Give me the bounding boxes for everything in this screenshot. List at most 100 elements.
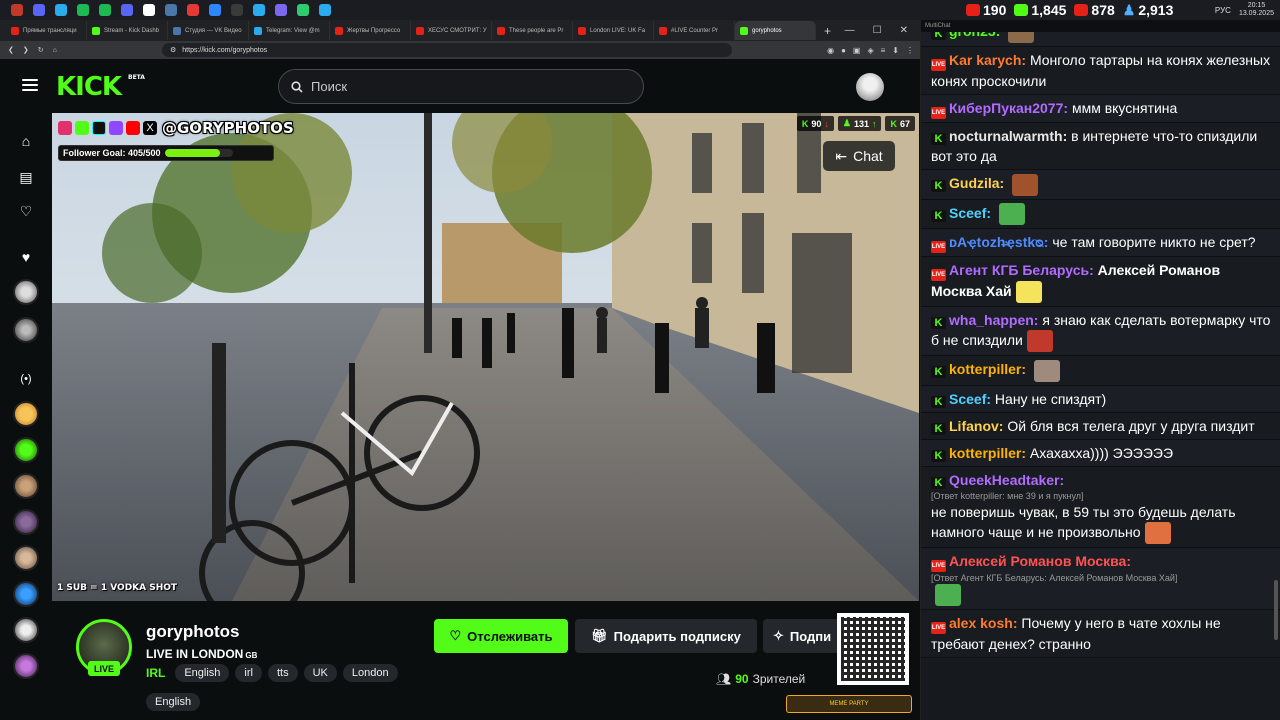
stream-title-text: LIVE IN LONDON bbox=[146, 647, 244, 661]
recommended-channel-avatar[interactable] bbox=[13, 617, 39, 643]
following-heart-filled-icon: ♥ bbox=[21, 249, 31, 265]
tag-chip[interactable]: London bbox=[342, 664, 398, 682]
chat-username[interactable]: QueekHeadtaker: bbox=[949, 472, 1064, 488]
kick-logo[interactable]: KICK BETA bbox=[56, 72, 145, 102]
taskbar-app-icon[interactable] bbox=[94, 2, 116, 18]
new-tab-button[interactable]: + bbox=[816, 24, 839, 38]
chat-username[interactable]: nocturnalwarmth: bbox=[949, 128, 1067, 144]
tag-chip[interactable]: English bbox=[175, 664, 230, 682]
heart-icon: ♡ bbox=[449, 628, 462, 643]
browser-tab[interactable]: London LIVE: UK Fa bbox=[573, 21, 654, 40]
toggle-chat-button[interactable]: ⇤ Chat bbox=[823, 141, 895, 171]
taskbar-app-icon[interactable] bbox=[138, 2, 160, 18]
taskbar-app-icon[interactable] bbox=[292, 2, 314, 18]
site-info-icon[interactable]: ⚙ bbox=[170, 46, 176, 54]
tag-chip[interactable]: English bbox=[146, 693, 201, 711]
chat-username[interactable]: Алексей Романов Москва: bbox=[949, 553, 1131, 569]
tag-chip[interactable]: UK bbox=[303, 664, 337, 682]
browser-tab[interactable]: #LIVE Counter Pr bbox=[654, 21, 735, 40]
follow-button[interactable]: ♡ Отслеживать bbox=[434, 619, 568, 653]
chat-username[interactable]: kotterpiller: bbox=[949, 361, 1026, 377]
taskbar-app-icon[interactable] bbox=[116, 2, 138, 18]
maximize-icon[interactable]: ☐ bbox=[873, 25, 882, 36]
chat-username[interactable]: Агент КГБ Беларусь: bbox=[949, 262, 1094, 278]
extension-icon[interactable]: ≡ bbox=[881, 46, 886, 55]
browser-tab[interactable]: ХЕСУС СМОТРИТ: У bbox=[411, 21, 492, 40]
recommended-channel-avatar[interactable] bbox=[13, 437, 39, 463]
taskbar-app-icon[interactable] bbox=[248, 2, 270, 18]
recommended-channel-avatar[interactable] bbox=[13, 653, 39, 679]
taskbar-app-icon[interactable] bbox=[50, 2, 72, 18]
chat-username[interactable]: alex kosh: bbox=[949, 615, 1017, 631]
menu-icon[interactable]: ⋮ bbox=[906, 46, 914, 55]
forward-icon[interactable]: ❯ bbox=[23, 46, 29, 54]
chat-message: LIVE alex kosh: Почему у него в чате хохл… bbox=[921, 610, 1280, 659]
subscribe-button[interactable]: ✧ Подпи bbox=[763, 619, 843, 653]
tag-chip[interactable]: irl bbox=[235, 664, 262, 682]
followed-channel-avatar[interactable] bbox=[13, 279, 39, 305]
chat-username[interactable]: Sceef: bbox=[949, 391, 991, 407]
browse-icon[interactable]: ▤ bbox=[16, 167, 36, 187]
home-icon[interactable]: ⌂ bbox=[53, 47, 57, 54]
recommended-channel-avatar[interactable] bbox=[13, 581, 39, 607]
recommended-channel-avatar[interactable] bbox=[13, 401, 39, 427]
category-link[interactable]: IRL bbox=[146, 666, 165, 680]
home-icon[interactable]: ⌂ bbox=[16, 131, 36, 151]
browser-tab[interactable]: Stream - Kick Dashb bbox=[87, 21, 168, 40]
taskbar-app-icon[interactable] bbox=[72, 2, 94, 18]
extension-icon[interactable]: ◈ bbox=[867, 46, 873, 55]
language-indicator[interactable]: РУС bbox=[1215, 6, 1231, 15]
hamburger-menu-icon[interactable] bbox=[22, 79, 38, 91]
chat-username[interactable]: Kar karych: bbox=[949, 52, 1026, 68]
chat-username[interactable]: Sceef: bbox=[949, 205, 991, 221]
close-icon[interactable]: ✕ bbox=[900, 25, 908, 36]
browser-tab[interactable]: goryphotos bbox=[735, 21, 816, 40]
recommended-channel-avatar[interactable] bbox=[13, 473, 39, 499]
taskbar-app-icon[interactable] bbox=[6, 2, 28, 18]
chat-messages: Kgron23: LIVEKar karych: Монголо тартары… bbox=[921, 32, 1280, 720]
reload-icon[interactable]: ↻ bbox=[38, 46, 44, 54]
address-bar[interactable]: ⚙ https://kick.com/goryphotos bbox=[162, 43, 732, 57]
channel-name[interactable]: goryphotos bbox=[146, 622, 240, 642]
followed-channel-avatar[interactable] bbox=[13, 317, 39, 343]
following-heart-icon[interactable]: ♡ bbox=[16, 201, 36, 221]
chat-username[interactable]: gron23: bbox=[949, 32, 1000, 39]
recommended-channel-avatar[interactable] bbox=[13, 545, 39, 571]
chat-username[interactable]: Gudzila: bbox=[949, 175, 1004, 191]
browser-tab[interactable]: Жертвы Прогрессо bbox=[330, 21, 411, 40]
taskbar-app-icon[interactable] bbox=[226, 2, 248, 18]
chat-username[interactable]: kotterpiller: bbox=[949, 445, 1026, 461]
chat-username[interactable]: wha_happen: bbox=[949, 312, 1038, 328]
sparkle-icon: ✧ bbox=[773, 628, 784, 643]
chat-button-label: Chat bbox=[853, 148, 883, 164]
chat-username[interactable]: Lifanov: bbox=[949, 418, 1003, 434]
taskbar-app-icon[interactable] bbox=[314, 2, 336, 18]
extension-icon[interactable]: ● bbox=[841, 46, 846, 55]
extension-icon[interactable]: ⬇ bbox=[892, 46, 899, 55]
chat-scrollbar[interactable] bbox=[1274, 580, 1278, 640]
video-player[interactable]: X @GORYPHOTOS Follower Goal: 405/500 K 90… bbox=[52, 113, 919, 601]
user-avatar[interactable] bbox=[856, 73, 884, 101]
tag-chip[interactable]: tts bbox=[267, 664, 298, 682]
chat-username[interactable]: КиберПукан2077: bbox=[949, 100, 1068, 116]
extension-icon[interactable]: ▣ bbox=[853, 46, 861, 55]
recommended-channel-avatar[interactable] bbox=[13, 509, 39, 535]
follower-goal-bar bbox=[164, 149, 233, 157]
browser-tab[interactable]: These people are Pr bbox=[492, 21, 573, 40]
browser-tab[interactable]: Студия — VK Видео bbox=[168, 21, 249, 40]
taskbar-app-icon[interactable] bbox=[28, 2, 50, 18]
taskbar-app-icon[interactable] bbox=[182, 2, 204, 18]
taskbar-app-icon[interactable] bbox=[270, 2, 292, 18]
taskbar-app-icon[interactable] bbox=[160, 2, 182, 18]
browser-tab[interactable]: Telegram: View @m bbox=[249, 21, 330, 40]
extension-icon[interactable]: ◉ bbox=[827, 46, 834, 55]
minimize-icon[interactable]: — bbox=[845, 25, 855, 36]
browser-toolbar: ❮ ❯ ↻ ⌂ ⚙ https://kick.com/goryphotos ◉ … bbox=[0, 41, 920, 59]
chat-username[interactable]: ᴅAҿtozh̶ҿstkᴓ: bbox=[949, 234, 1048, 250]
clock[interactable]: 20:15 13.09.2025 bbox=[1239, 2, 1274, 18]
search-input[interactable]: Поиск bbox=[278, 69, 644, 104]
browser-tab[interactable]: Прямые трансляци bbox=[6, 21, 87, 40]
taskbar-app-icon[interactable] bbox=[204, 2, 226, 18]
gift-sub-button[interactable]: 🎁︎ Подарить подписку bbox=[575, 619, 757, 653]
back-icon[interactable]: ❮ bbox=[8, 46, 14, 54]
